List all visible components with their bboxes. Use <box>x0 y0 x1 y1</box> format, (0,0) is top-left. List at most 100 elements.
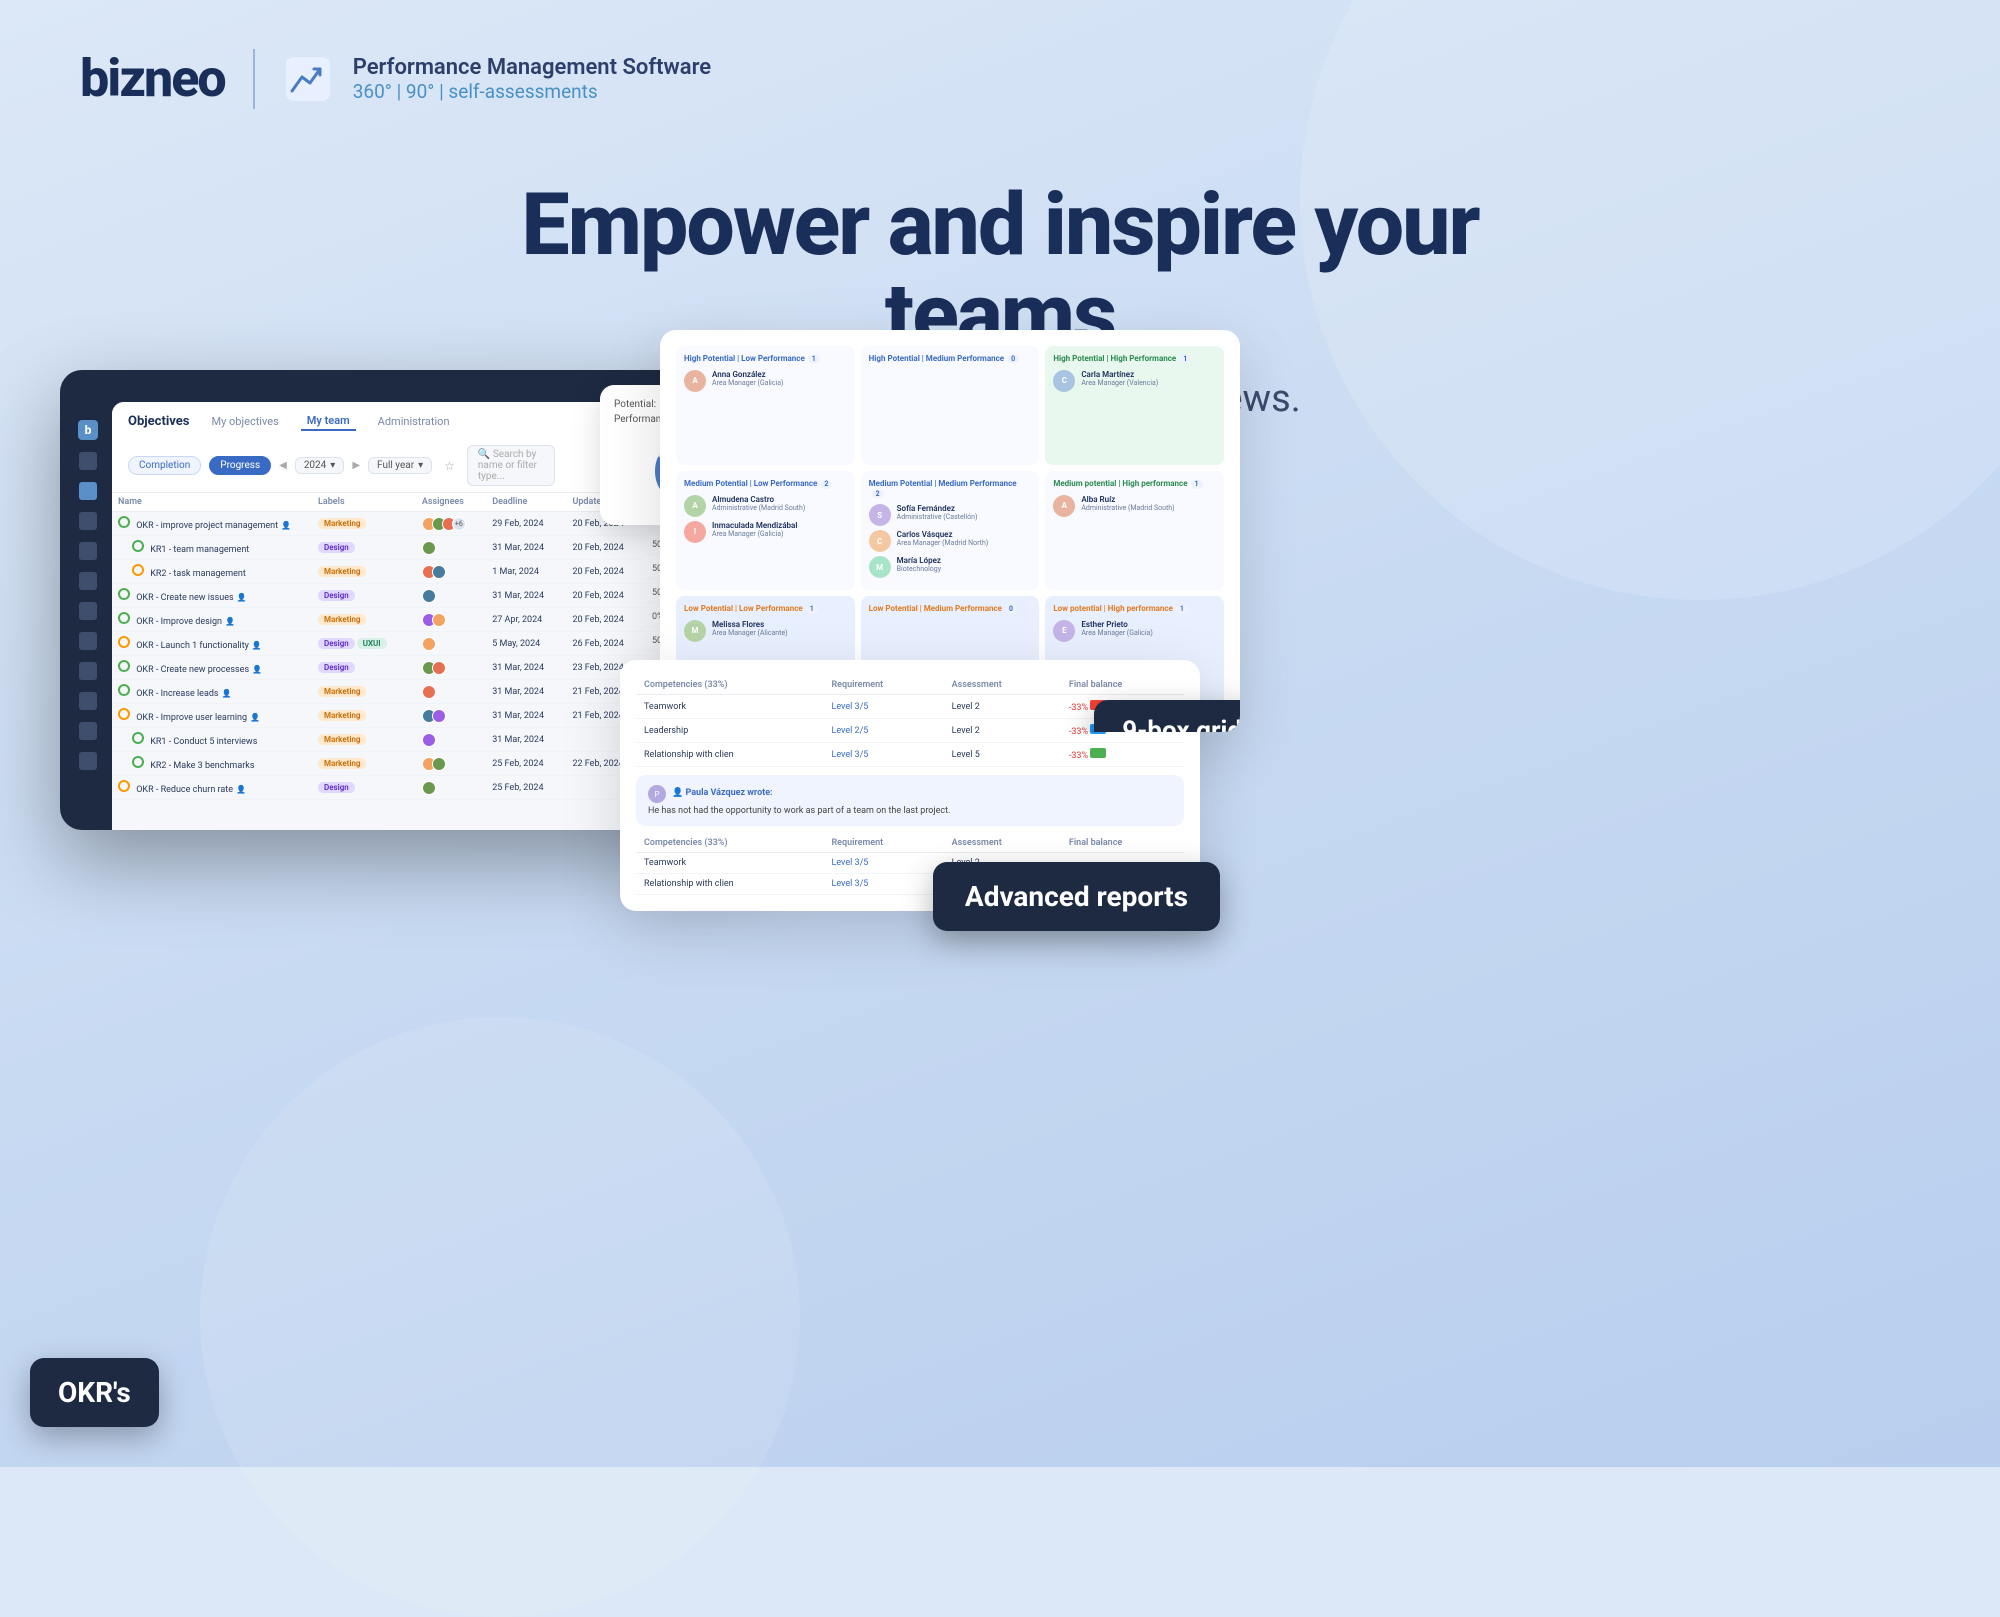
logo: bizneo <box>80 48 225 109</box>
req-level-leadership[interactable]: Level 2/5 <box>831 726 868 736</box>
label-tag[interactable]: Marketing <box>318 518 366 529</box>
okr-row-name[interactable]: OKR - Launch 1 functionality👤 <box>112 632 312 656</box>
okr-row-deadline: 1 Mar, 2024 <box>486 560 566 584</box>
sidebar-icon-objectives <box>79 482 97 500</box>
okr-row-deadline: 31 Mar, 2024 <box>486 680 566 704</box>
ninebox-cell: Medium Potential | Low Performance2AAlmu… <box>676 471 855 590</box>
tab-administration[interactable]: Administration <box>372 413 456 430</box>
sidebar-icon-bell <box>79 722 97 740</box>
list-item: IInmaculada MendizábalArea Manager (Gali… <box>684 521 847 543</box>
label-tag[interactable]: Marketing <box>318 734 366 745</box>
col-deadline: Deadline <box>486 493 566 512</box>
avatar: M <box>684 620 706 642</box>
list-item: AAlmudena CastroAdministrative (Madrid S… <box>684 495 847 517</box>
advanced-reports-label: Advanced reports <box>933 862 1220 931</box>
okr-row-updated: 20 Feb, 2024 <box>566 536 646 560</box>
table-row: KR2 - task management Marketing 1 Mar, 202… <box>112 560 750 584</box>
avatar <box>422 781 436 795</box>
okr-row-name[interactable]: OKR - improve project management👤 <box>112 512 312 536</box>
label-tag[interactable]: Design <box>318 662 355 673</box>
sidebar-icon-settings <box>79 572 97 590</box>
person-name: Alba Ruíz <box>1081 495 1174 504</box>
okr-row-label: Design <box>312 656 416 680</box>
rpt2-col-assessment: Assessment <box>944 834 1061 853</box>
label-tag[interactable]: Marketing <box>318 710 366 721</box>
chevron-down-icon-2: ▾ <box>418 460 423 471</box>
okr-row-deadline: 31 Mar, 2024 <box>486 536 566 560</box>
okr-row-name[interactable]: OKR - Improve user learning👤 <box>112 704 312 728</box>
okr-row-name[interactable]: OKR - Create new processes👤 <box>112 656 312 680</box>
person-role: Administrative (Madrid South) <box>712 504 805 512</box>
req-level-relationship[interactable]: Level 3/5 <box>831 750 868 760</box>
period-value: Full year <box>377 460 414 471</box>
bg-decoration-2 <box>200 1017 800 1617</box>
okr-row-name[interactable]: OKR - Create new issues👤 <box>112 584 312 608</box>
year-selector[interactable]: 2024 ▾ <box>295 457 345 474</box>
avatar: S <box>869 504 891 526</box>
okr-row-deadline: 31 Mar, 2024 <box>486 584 566 608</box>
avatar <box>432 709 446 723</box>
ninebox-cell-header: Low Potential | Low Performance1 <box>684 604 847 614</box>
label-tag[interactable]: Design <box>318 782 355 793</box>
req2-level-relationship[interactable]: Level 3/5 <box>831 879 868 889</box>
assess-leadership: Level 2 <box>944 719 1061 743</box>
okr-row-deadline: 29 Feb, 2024 <box>486 512 566 536</box>
okr-row-name[interactable]: OKR - Increase leads👤 <box>112 680 312 704</box>
okr-row-label: Marketing <box>312 512 416 536</box>
tab-my-objectives[interactable]: My objectives <box>206 413 285 430</box>
label-tag[interactable]: Marketing <box>318 686 366 697</box>
okr-row-name[interactable]: OKR - Improve design👤 <box>112 608 312 632</box>
col-name: Name <box>112 493 312 512</box>
label-tag[interactable]: Design <box>318 638 355 649</box>
okr-status-icon <box>132 732 144 744</box>
label-tag-2[interactable]: UXUI <box>357 638 387 649</box>
chevron-down-icon: ▾ <box>330 460 335 471</box>
okr-row-label: Design <box>312 536 416 560</box>
okr-status-icon <box>118 588 130 600</box>
label-tag[interactable]: Marketing <box>318 566 366 577</box>
person-role: Area Manager (Galicia) <box>1081 629 1152 637</box>
label-tag[interactable]: Design <box>318 590 355 601</box>
avatar <box>432 757 446 771</box>
period-selector[interactable]: Full year ▾ <box>368 457 432 474</box>
ninebox-cell: Medium Potential | Medium Performance2SS… <box>861 471 1040 590</box>
okr-row-name[interactable]: KR1 - Conduct 5 interviews <box>112 728 312 752</box>
ninebox-cell-header: High Potential | High Performance1 <box>1053 354 1216 364</box>
label-tag[interactable]: Design <box>318 542 355 553</box>
okr-row-label: Marketing <box>312 752 416 776</box>
quote-avatar: P <box>648 785 666 803</box>
okr-row-assignees <box>416 680 486 704</box>
avatar: I <box>684 521 706 543</box>
req-level-teamwork[interactable]: Level 3/5 <box>831 702 868 712</box>
completion-btn[interactable]: Completion <box>128 456 201 475</box>
okr-row-assignees <box>416 776 486 800</box>
okr-row-assignees: +6 <box>416 512 486 536</box>
search-input[interactable]: 🔍 Search by name or filter type... <box>467 445 555 486</box>
okr-row-label: Marketing <box>312 608 416 632</box>
label-tag[interactable]: Marketing <box>318 614 366 625</box>
okr-status-icon <box>118 684 130 696</box>
okr-status-icon <box>132 756 144 768</box>
person-icon: 👤 <box>236 785 246 794</box>
header-subtitle: 360° | 90° | self-assessments <box>353 80 711 103</box>
okr-row-label: Design <box>312 584 416 608</box>
tab-my-team[interactable]: My team <box>301 412 356 431</box>
okr-row-name[interactable]: KR2 - Make 3 benchmarks <box>112 752 312 776</box>
okr-row-deadline: 31 Mar, 2024 <box>486 728 566 752</box>
ninebox-cell-count: 2 <box>820 480 832 488</box>
avatar <box>422 589 436 603</box>
avatar: A <box>684 370 706 392</box>
okr-row-name[interactable]: KR1 - team management <box>112 536 312 560</box>
okr-row-label: DesignUXUI <box>312 632 416 656</box>
req2-level-teamwork[interactable]: Level 3/5 <box>831 858 868 868</box>
progress-btn[interactable]: Progress <box>209 456 271 475</box>
person-icon: 👤 <box>222 689 232 698</box>
competency2-teamwork: Teamwork <box>636 853 823 874</box>
ninebox-cell-count: 1 <box>806 605 818 613</box>
okr-row-assignees <box>416 608 486 632</box>
label-tag[interactable]: Marketing <box>318 758 366 769</box>
balance-bar-green <box>1090 748 1106 758</box>
rpt2-col-requirement: Requirement <box>823 834 943 853</box>
okr-row-name[interactable]: OKR - Reduce churn rate👤 <box>112 776 312 800</box>
okr-row-name[interactable]: KR2 - task management <box>112 560 312 584</box>
